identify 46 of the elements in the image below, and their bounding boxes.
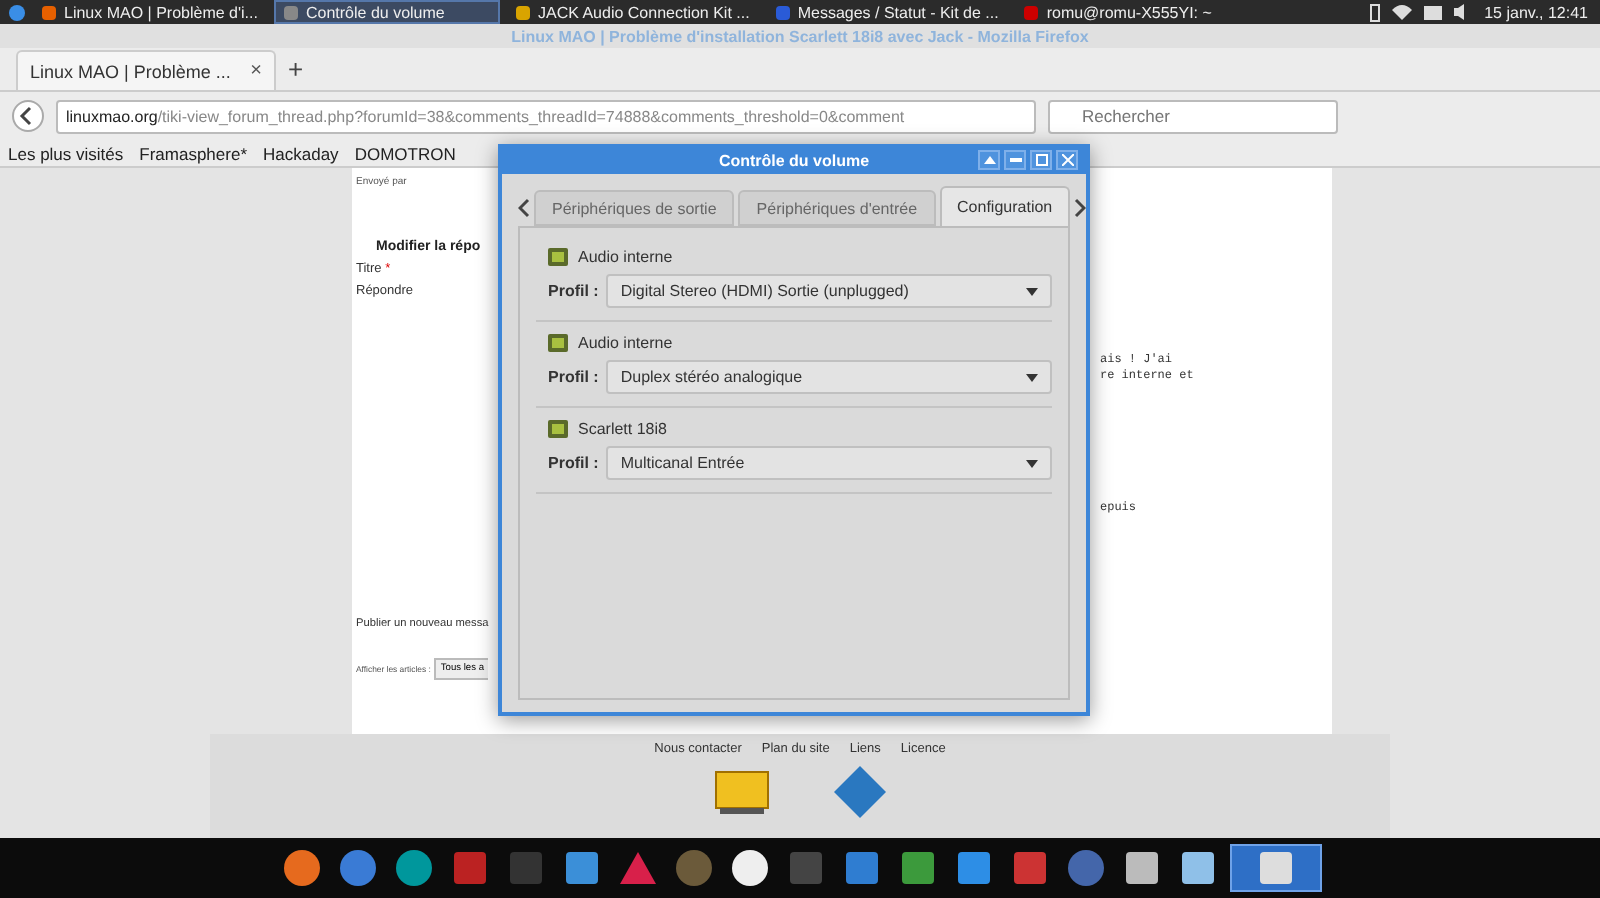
tab-close-button[interactable]: × bbox=[250, 60, 262, 82]
window-title: Linux MAO | Problème d'installation Scarlett 18i8 avec Jack - Mozilla Firefox bbox=[511, 27, 1089, 45]
bookmark[interactable]: Les plus visités bbox=[8, 143, 124, 163]
close-icon bbox=[1061, 154, 1073, 166]
device-name: Audio interne bbox=[578, 248, 673, 266]
bookmark[interactable]: Hackaday bbox=[263, 143, 339, 163]
profile-label: Profil : bbox=[548, 368, 599, 386]
dialog-title: Contrôle du volume bbox=[718, 152, 870, 170]
close-button[interactable] bbox=[1056, 150, 1078, 170]
search-field[interactable]: Rechercher bbox=[1048, 99, 1338, 133]
maximize-icon bbox=[1035, 154, 1047, 166]
profile-label: Profil : bbox=[548, 282, 599, 300]
taskbar-task[interactable]: JACK Audio Connection Kit ... bbox=[505, 0, 760, 24]
taskbar-task[interactable]: Messages / Statut - Kit de ... bbox=[765, 0, 1009, 24]
profile-select[interactable]: Duplex stéréo analogique bbox=[606, 360, 1052, 394]
device-name: Scarlett 18i8 bbox=[578, 420, 667, 438]
back-icon[interactable] bbox=[12, 100, 44, 132]
dialog-tab[interactable]: Configuration bbox=[939, 186, 1071, 226]
taskbar-task[interactable]: Contrôle du volume bbox=[273, 0, 500, 24]
new-tab-button[interactable]: + bbox=[288, 54, 304, 84]
menu-icon[interactable] bbox=[8, 3, 26, 21]
minimize-button[interactable] bbox=[1004, 150, 1026, 170]
caret-icon bbox=[1026, 459, 1038, 467]
bookmark[interactable]: DOMOTRON bbox=[354, 143, 456, 163]
bookmark[interactable]: Framasphere* bbox=[139, 143, 247, 163]
url-field[interactable]: linuxmao.org/tiki-view_forum_thread.php?forumId=38&comments_threadId=74888&comments_threshold=0&comment bbox=[56, 99, 1036, 133]
minimize-icon bbox=[1009, 158, 1021, 162]
sound-card-icon bbox=[548, 334, 568, 352]
maximize-button[interactable] bbox=[1030, 150, 1052, 170]
sound-card-icon bbox=[548, 420, 568, 438]
taskbar-task[interactable]: romu@romu-X555YI: ~ bbox=[1014, 0, 1241, 24]
clock: 15 janv., 12:41 bbox=[1484, 3, 1588, 21]
sound-card-icon bbox=[548, 248, 568, 266]
dialog-tab[interactable]: Périphériques de sortie bbox=[534, 190, 735, 226]
caret-icon bbox=[1026, 287, 1038, 295]
browser-tab[interactable]: Linux MAO | Problème ... × bbox=[16, 50, 276, 90]
profile-select[interactable]: Digital Stereo (HDMI) Sortie (unplugged) bbox=[606, 274, 1052, 308]
profile-label: Profil : bbox=[548, 454, 599, 472]
caret-icon bbox=[1026, 373, 1038, 381]
wifi-icon bbox=[1392, 4, 1413, 20]
dialog-tab[interactable]: Périphériques d'entrée bbox=[738, 190, 936, 226]
keep-above-button[interactable] bbox=[978, 150, 1000, 170]
taskbar-task[interactable]: Linux MAO | Problème d'i... bbox=[32, 0, 268, 24]
up-arrow-icon bbox=[983, 156, 995, 164]
profile-select[interactable]: Multicanal Entrée bbox=[606, 446, 1052, 480]
device-name: Audio interne bbox=[578, 334, 673, 352]
